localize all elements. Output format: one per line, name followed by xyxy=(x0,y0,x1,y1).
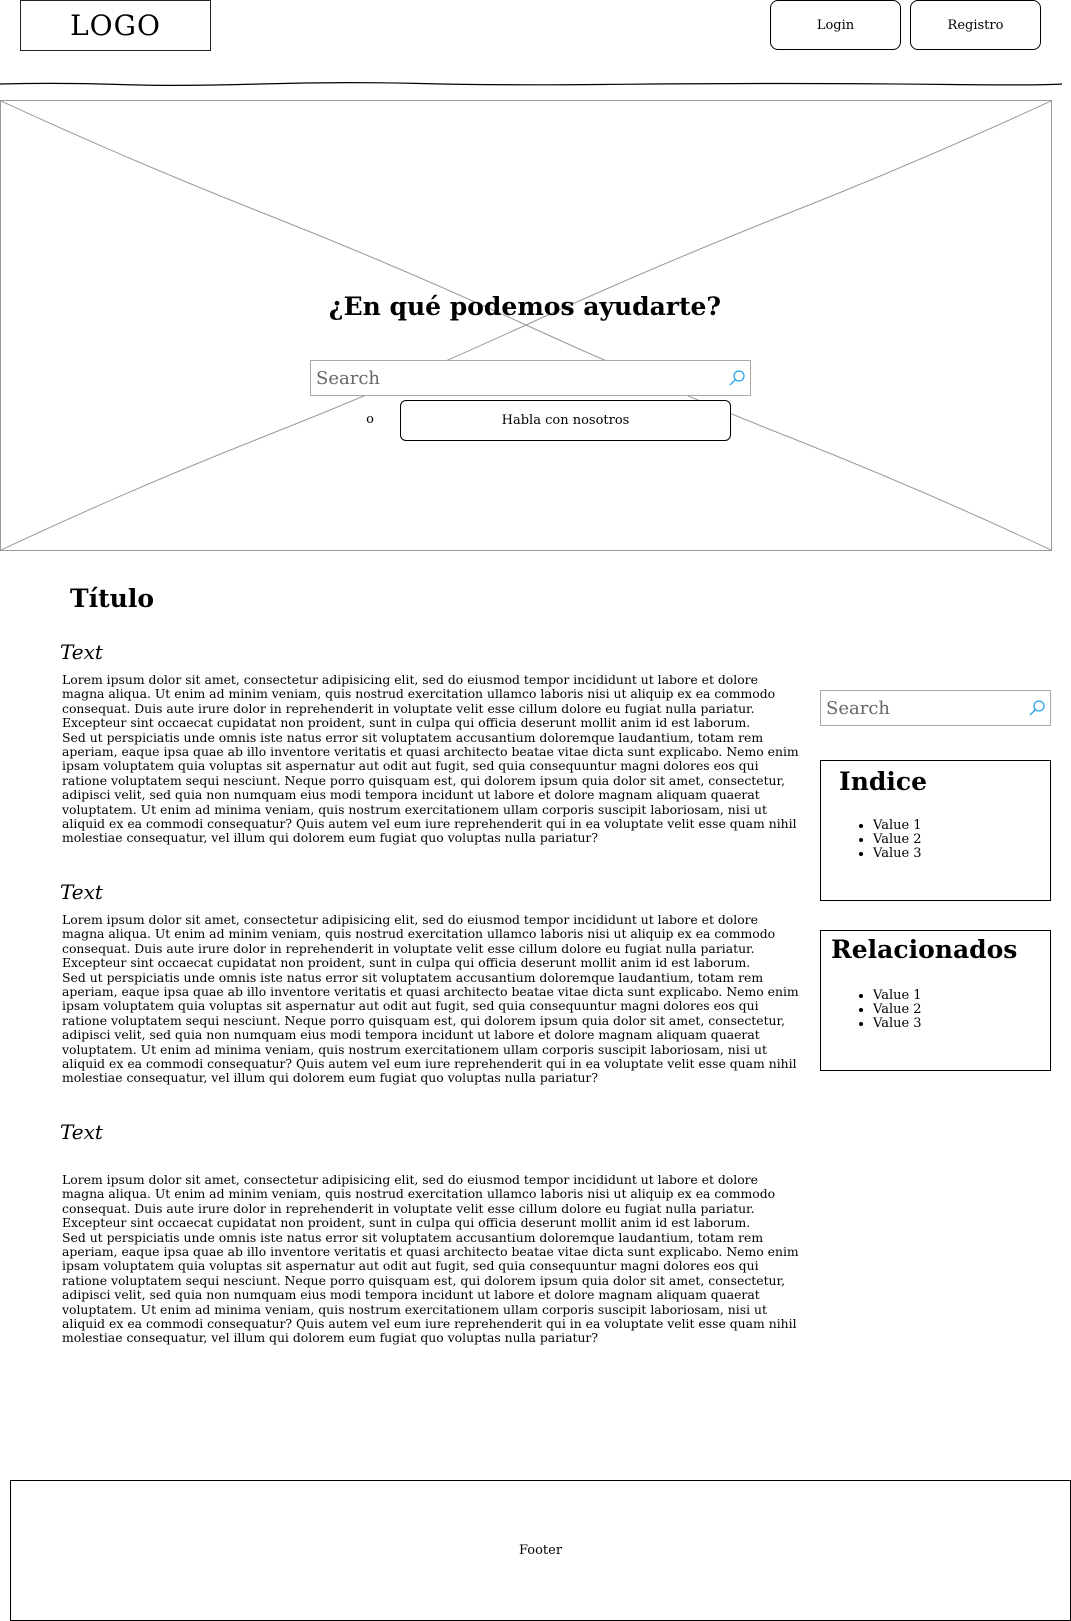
hero-search-input[interactable] xyxy=(311,361,724,395)
indice-list: Value 1 Value 2 Value 3 xyxy=(845,819,922,861)
paragraph: Lorem ipsum dolor sit amet, consectetur … xyxy=(62,1172,776,1231)
section-body: Lorem ipsum dolor sit amet, consectetur … xyxy=(62,912,804,1086)
paragraph: Sed ut perspiciatis unde omnis iste natu… xyxy=(62,729,799,846)
relacionados-item[interactable]: Value 1 xyxy=(873,989,922,1003)
logo[interactable]: LOGO xyxy=(20,0,211,51)
indice-item[interactable]: Value 1 xyxy=(873,819,922,833)
indice-item[interactable]: Value 3 xyxy=(873,847,922,861)
sidebar-search-box[interactable] xyxy=(820,690,1051,726)
paragraph: Sed ut perspiciatis unde omnis iste natu… xyxy=(62,969,799,1086)
relacionados-title: Relacionados xyxy=(831,935,1018,964)
header-divider xyxy=(0,82,1062,86)
relacionados-item[interactable]: Value 3 xyxy=(873,1017,922,1031)
section-body: Lorem ipsum dolor sit amet, consectetur … xyxy=(62,1172,804,1346)
relacionados-panel: Relacionados Value 1 Value 2 Value 3 xyxy=(820,930,1051,1071)
hero-search-box[interactable] xyxy=(310,360,751,396)
habla-con-nosotros-button[interactable]: Habla con nosotros xyxy=(400,400,731,441)
section-heading: Text xyxy=(60,1120,103,1144)
separator-text: o xyxy=(366,412,374,427)
relacionados-list: Value 1 Value 2 Value 3 xyxy=(845,989,922,1031)
hero-image-placeholder xyxy=(0,100,1052,551)
search-icon[interactable] xyxy=(724,365,750,391)
hero-title: ¿En qué podemos ayudarte? xyxy=(328,292,722,321)
search-icon[interactable] xyxy=(1024,695,1050,721)
relacionados-item[interactable]: Value 2 xyxy=(873,1003,922,1017)
paragraph: Lorem ipsum dolor sit amet, consectetur … xyxy=(62,672,776,731)
page-title: Título xyxy=(70,584,154,613)
indice-title: Indice xyxy=(839,767,927,796)
paragraph: Lorem ipsum dolor sit amet, consectetur … xyxy=(62,912,776,971)
login-button[interactable]: Login xyxy=(770,0,901,50)
footer: Footer xyxy=(10,1480,1071,1621)
paragraph: Sed ut perspiciatis unde omnis iste natu… xyxy=(62,1229,799,1346)
section-body: Lorem ipsum dolor sit amet, consectetur … xyxy=(62,672,804,846)
section-heading: Text xyxy=(60,640,103,664)
footer-label: Footer xyxy=(518,1543,563,1558)
indice-item[interactable]: Value 2 xyxy=(873,833,922,847)
sidebar-search-input[interactable] xyxy=(821,691,1024,725)
indice-panel: Indice Value 1 Value 2 Value 3 xyxy=(820,760,1051,901)
placeholder-cross xyxy=(1,101,1051,550)
section-heading: Text xyxy=(60,880,103,904)
registro-button[interactable]: Registro xyxy=(910,0,1041,50)
